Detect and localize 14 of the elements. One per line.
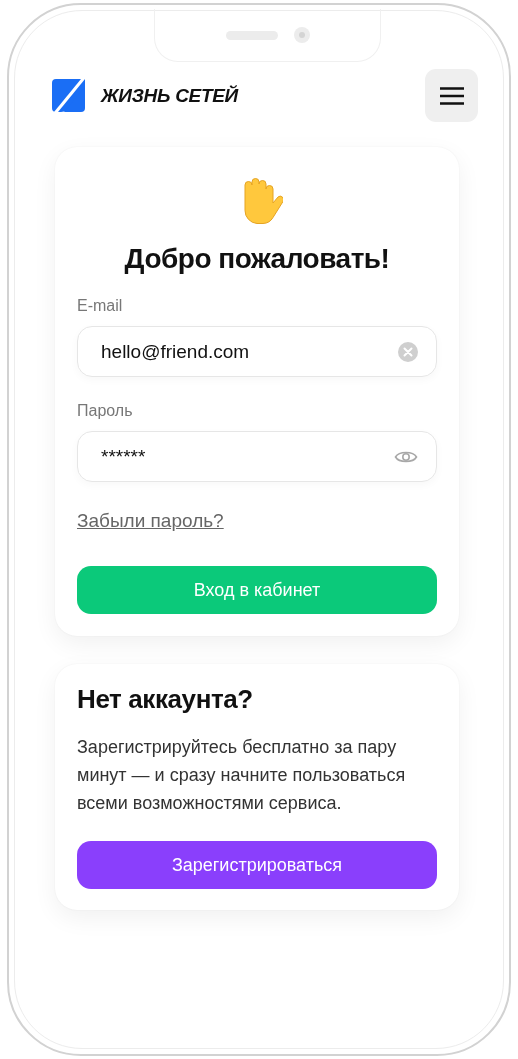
input-field[interactable]: hello@friend.com [77, 326, 437, 377]
signup-description: Зарегистрируйтесь бесплатно за пару минут — и сразу начните пользоваться всеми возможностями сервиса. [77, 736, 407, 815]
welcome-title: Добро пожаловать! [123, 243, 391, 275]
field-label: Пароль [77, 402, 134, 420]
field-label: E-mail [77, 297, 124, 315]
forgot-password-link[interactable]: Забыли пароль? [77, 510, 224, 532]
menu-button[interactable] [425, 69, 478, 122]
brand-name: ЖИЗНЬ СЕТЕЙ [101, 84, 238, 107]
input-field[interactable]: ****** [77, 431, 437, 482]
menu-icon [439, 86, 464, 105]
signup-title: Нет аккаунта? [77, 684, 254, 715]
register-button[interactable]: Зарегистрироваться [77, 841, 437, 889]
clear-icon[interactable] [398, 341, 418, 362]
logo-icon [52, 79, 85, 112]
